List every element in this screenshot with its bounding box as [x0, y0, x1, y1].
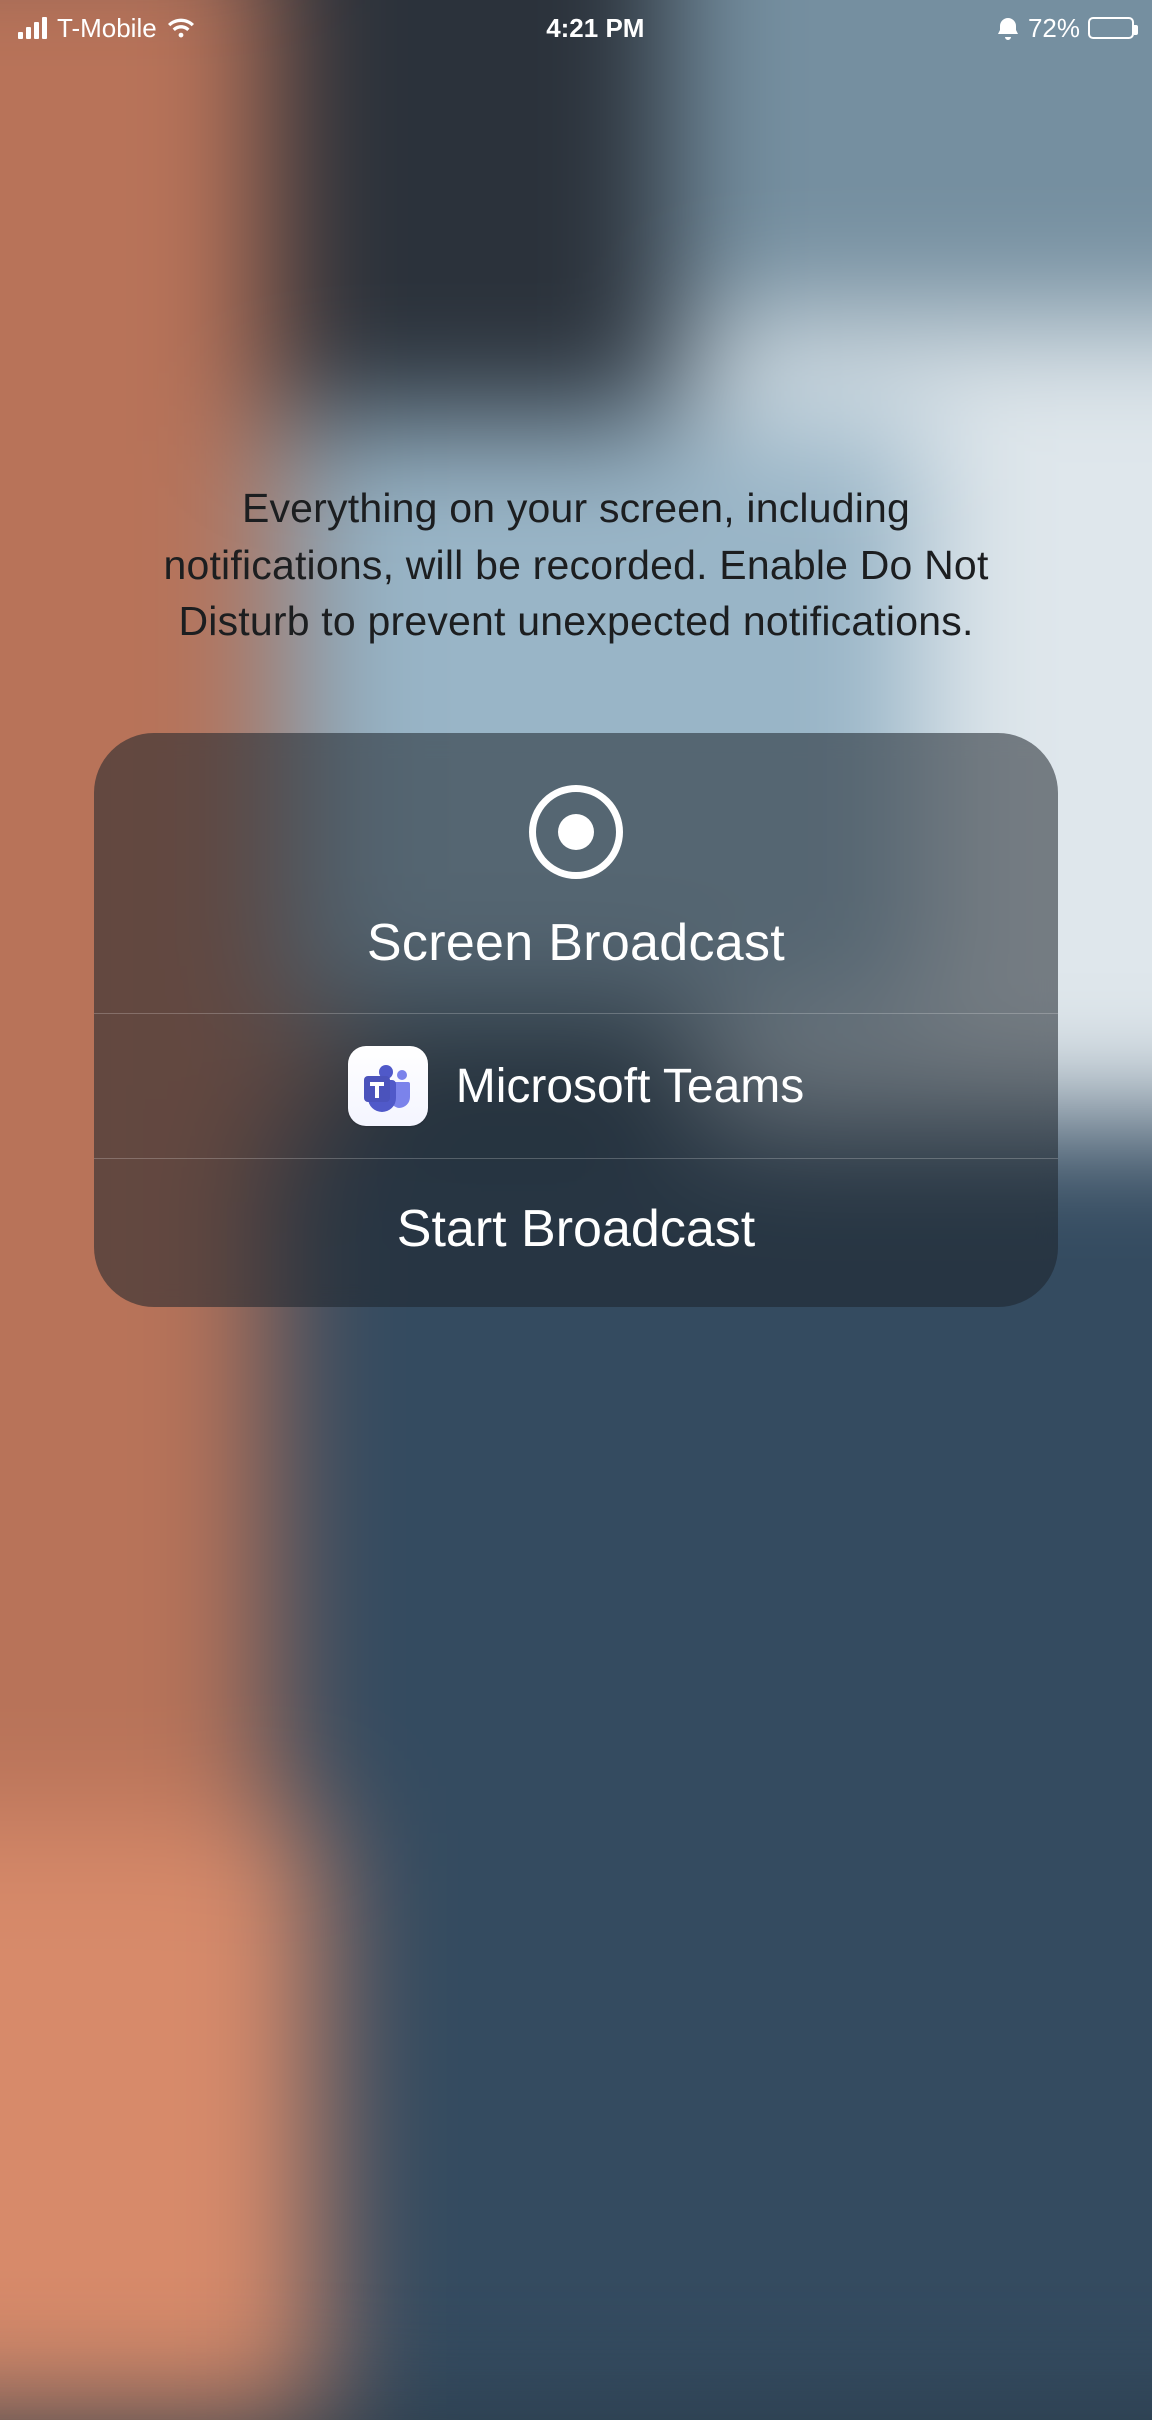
cellular-signal-icon: [18, 17, 47, 39]
status-right: 72%: [996, 13, 1134, 44]
status-left: T-Mobile: [18, 13, 195, 44]
start-broadcast-label: Start Broadcast: [397, 1199, 755, 1259]
status-bar: T-Mobile 4:21 PM 72%: [0, 0, 1152, 56]
alarm-icon: [996, 16, 1020, 40]
broadcast-picker-card: Screen Broadcast Microsoft Teams Start B…: [94, 733, 1058, 1307]
record-icon: [529, 785, 623, 879]
battery-icon: [1088, 17, 1134, 39]
card-title: Screen Broadcast: [367, 913, 785, 973]
microsoft-teams-icon: [348, 1046, 428, 1126]
carrier-label: T-Mobile: [57, 13, 157, 44]
wifi-icon: [167, 17, 195, 39]
app-name-label: Microsoft Teams: [456, 1059, 805, 1114]
clock: 4:21 PM: [546, 13, 644, 44]
card-header: Screen Broadcast: [94, 733, 1058, 1013]
broadcast-app-option[interactable]: Microsoft Teams: [94, 1014, 1058, 1158]
battery-percent-label: 72%: [1028, 13, 1080, 44]
start-broadcast-button[interactable]: Start Broadcast: [94, 1159, 1058, 1307]
broadcast-warning-text: Everything on your screen, including not…: [0, 480, 1152, 650]
